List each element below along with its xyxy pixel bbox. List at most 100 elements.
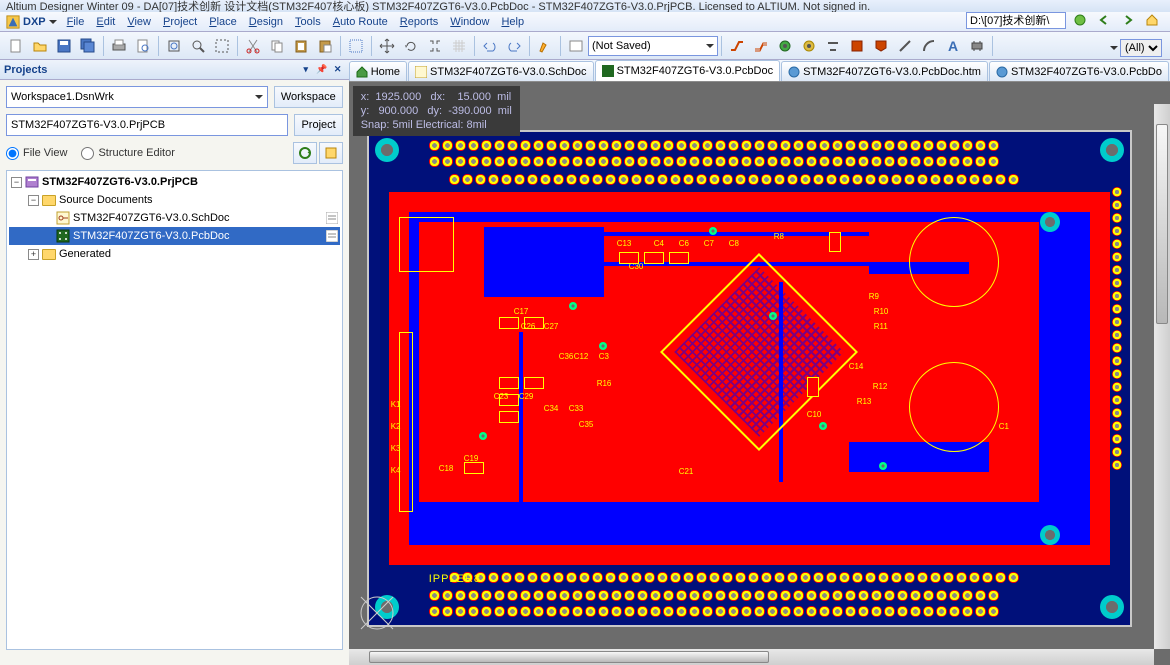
menu-tools[interactable]: Tools: [289, 14, 327, 30]
copy-button[interactable]: [266, 35, 288, 57]
diff-route-button[interactable]: [750, 35, 772, 57]
project-icon: [25, 175, 39, 189]
panel-close-button[interactable]: ✕: [331, 63, 345, 77]
menu-autoroute[interactable]: Auto Route: [327, 14, 394, 30]
workspace-button[interactable]: Workspace: [274, 86, 343, 108]
cursor-status: x: 1925.000 dx: 15.000 mil y: 900.000 dy…: [353, 86, 520, 136]
menu-dxp[interactable]: DXP: [2, 15, 61, 29]
menu-file[interactable]: File: [61, 14, 91, 30]
chevron-down-icon: [255, 95, 263, 99]
workspace-input[interactable]: Workspace1.DsnWrk: [6, 86, 268, 108]
save-all-button[interactable]: [77, 35, 99, 57]
tree-sch-doc[interactable]: STM32F407ZGT6-V3.0.SchDoc: [9, 209, 340, 227]
tree-pcb-doc[interactable]: STM32F407ZGT6-V3.0.PcbDoc: [9, 227, 340, 245]
cut-button[interactable]: [242, 35, 264, 57]
path-input[interactable]: [966, 12, 1066, 29]
undo-button[interactable]: [479, 35, 501, 57]
via-button[interactable]: [774, 35, 796, 57]
new-doc-button[interactable]: [5, 35, 27, 57]
pcb-viewport[interactable]: x: 1925.000 dx: 15.000 mil y: 900.000 dy…: [349, 82, 1170, 665]
layer-select[interactable]: (Not Saved): [588, 36, 718, 56]
header-pads-top2: [429, 156, 999, 167]
path-go-button[interactable]: [1069, 9, 1091, 31]
zoom-select-button[interactable]: [211, 35, 233, 57]
redo-button[interactable]: [503, 35, 525, 57]
zoom-area-button[interactable]: [187, 35, 209, 57]
menu-edit[interactable]: Edit: [90, 14, 121, 30]
snap-button[interactable]: [424, 35, 446, 57]
menu-view[interactable]: View: [121, 14, 157, 30]
panel-header: Projects ▾ 📌 ✕: [0, 60, 349, 80]
filter-select[interactable]: (All): [1120, 39, 1162, 57]
dxp-icon: [6, 15, 20, 29]
route-button[interactable]: [726, 35, 748, 57]
print-preview-button[interactable]: [132, 35, 154, 57]
path-back-button[interactable]: [1093, 9, 1115, 31]
header-pads-in1: [449, 174, 1019, 185]
panel-menu-button[interactable]: ▾: [299, 63, 313, 77]
path-bar: [966, 12, 1164, 28]
tree-generated[interactable]: + Generated: [9, 245, 340, 263]
origin-marker: [357, 593, 397, 633]
string-button[interactable]: [822, 35, 844, 57]
options-button[interactable]: [319, 142, 343, 164]
header-pads-in2: [449, 572, 1019, 583]
home-icon: [356, 66, 368, 78]
tab-htm[interactable]: STM32F407ZGT6-V3.0.PcbDoc.htm: [781, 61, 988, 81]
chevron-down-icon[interactable]: [1110, 46, 1118, 50]
chevron-down-icon: [49, 20, 57, 24]
select-all-button[interactable]: [345, 35, 367, 57]
radio-file-view[interactable]: File View: [6, 147, 67, 160]
doc-status-icon: [326, 230, 338, 242]
horizontal-scrollbar[interactable]: [349, 649, 1154, 665]
menu-project[interactable]: Project: [157, 14, 203, 30]
move-button[interactable]: [376, 35, 398, 57]
browse-button[interactable]: [565, 35, 587, 57]
arc-button[interactable]: [918, 35, 940, 57]
tab-pcbdoc2[interactable]: STM32F407ZGT6-V3.0.PcbDo: [989, 61, 1169, 81]
menu-window[interactable]: Window: [444, 14, 495, 30]
menu-reports[interactable]: Reports: [394, 14, 445, 30]
open-button[interactable]: [29, 35, 51, 57]
grid-button[interactable]: [448, 35, 470, 57]
panel-pin-button[interactable]: 📌: [315, 63, 329, 77]
paste-special-button[interactable]: [314, 35, 336, 57]
tree-project-root[interactable]: − STM32F407ZGT6-V3.0.PrjPCB: [9, 173, 340, 191]
print-button[interactable]: [108, 35, 130, 57]
fill-button[interactable]: [846, 35, 868, 57]
header-pads-bot2: [429, 590, 999, 601]
region-button[interactable]: [870, 35, 892, 57]
tab-pcbdoc[interactable]: STM32F407ZGT6-V3.0.PcbDoc: [595, 60, 781, 81]
path-fwd-button[interactable]: [1117, 9, 1139, 31]
html-icon: [996, 66, 1008, 78]
html-icon: [788, 66, 800, 78]
radio-structure[interactable]: Structure Editor: [81, 147, 174, 160]
rotate-button[interactable]: [400, 35, 422, 57]
save-button[interactable]: [53, 35, 75, 57]
tab-schdoc[interactable]: STM32F407ZGT6-V3.0.SchDoc: [408, 61, 594, 81]
project-button[interactable]: Project: [294, 114, 342, 136]
component-button[interactable]: [966, 35, 988, 57]
highlight-button[interactable]: [534, 35, 556, 57]
menu-place[interactable]: Place: [203, 14, 243, 30]
menu-design[interactable]: Design: [243, 14, 289, 30]
project-tree[interactable]: − STM32F407ZGT6-V3.0.PrjPCB − Source Doc…: [6, 170, 343, 650]
zoom-fit-button[interactable]: [163, 35, 185, 57]
text-button[interactable]: A: [942, 35, 964, 57]
chevron-down-icon: [706, 44, 714, 48]
line-button[interactable]: [894, 35, 916, 57]
document-tabs: Home STM32F407ZGT6-V3.0.SchDoc STM32F407…: [349, 60, 1170, 82]
tree-source-docs[interactable]: − Source Documents: [9, 191, 340, 209]
menu-help[interactable]: Help: [495, 14, 530, 30]
folder-icon: [42, 195, 56, 206]
refresh-button[interactable]: [293, 142, 317, 164]
project-input[interactable]: STM32F407ZGT6-V3.0.PrjPCB: [6, 114, 288, 136]
projects-panel: Projects ▾ 📌 ✕ Workspace1.DsnWrk Workspa…: [0, 60, 349, 665]
tab-home[interactable]: Home: [349, 61, 407, 81]
pad-button[interactable]: [798, 35, 820, 57]
vertical-scrollbar[interactable]: [1154, 104, 1170, 649]
paste-button[interactable]: [290, 35, 312, 57]
pcb-board[interactable]: IPPLER8 C13C30C4C6C7C8R8R9R10R11C17C26C2…: [369, 132, 1130, 625]
pcb-icon: [602, 65, 614, 77]
path-home-button[interactable]: [1141, 9, 1163, 31]
